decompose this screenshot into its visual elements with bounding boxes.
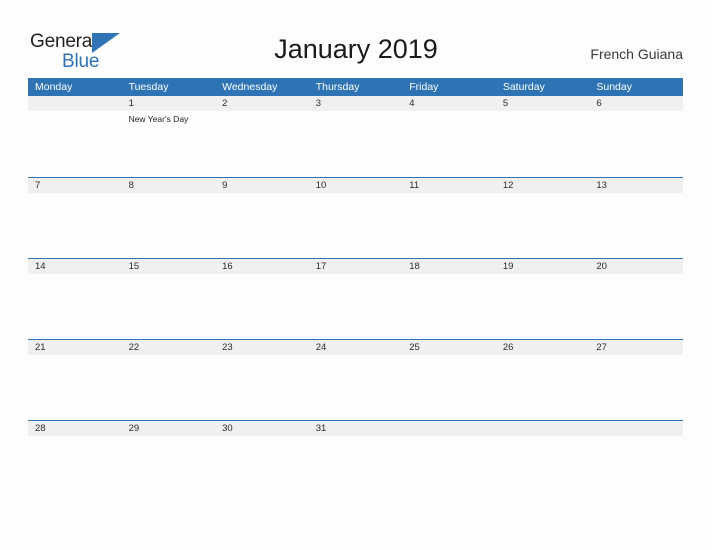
date-band: 7 8 9 10 11 12 13 <box>28 178 683 193</box>
day-event-cell <box>28 193 122 196</box>
calendar-grid: Monday Tuesday Wednesday Thursday Friday Satu… <box>28 78 683 501</box>
day-number-cell[interactable]: 28 <box>28 421 122 436</box>
day-event-cell <box>589 274 683 277</box>
day-event-cell <box>28 355 122 358</box>
calendar-week-row: 21 22 23 24 25 26 27 <box>28 339 683 420</box>
day-event-cell <box>496 111 590 125</box>
day-event-cell <box>215 111 309 125</box>
day-event-cell <box>215 436 309 439</box>
day-event-cell <box>122 355 216 358</box>
day-number-cell[interactable]: 12 <box>496 178 590 193</box>
day-number-cell[interactable]: 25 <box>402 340 496 355</box>
day-number-cell <box>496 421 590 436</box>
day-event-cell <box>402 355 496 358</box>
weekday-header-tuesday: Tuesday <box>128 81 169 93</box>
day-event-cell <box>215 355 309 358</box>
weekday-header-friday: Friday <box>409 81 439 93</box>
day-event-cell <box>589 436 683 439</box>
day-number-cell[interactable]: 3 <box>309 96 403 111</box>
day-event-cell <box>589 111 683 125</box>
day-number-cell[interactable]: 10 <box>309 178 403 193</box>
day-event-cell <box>309 274 403 277</box>
calendar-week-row: 14 15 16 17 18 19 20 <box>28 258 683 339</box>
day-number-cell[interactable]: 18 <box>402 259 496 274</box>
day-number-cell[interactable]: 17 <box>309 259 403 274</box>
calendar-week-row: 1 2 3 4 5 6 New Year's Day <box>28 96 683 177</box>
day-number-cell[interactable]: 13 <box>589 178 683 193</box>
day-number-cell <box>28 96 122 111</box>
day-event-cell <box>122 274 216 277</box>
day-event-cell <box>402 436 496 439</box>
event-band <box>28 355 683 358</box>
day-number-cell[interactable]: 8 <box>122 178 216 193</box>
day-event-cell <box>402 193 496 196</box>
day-event-cell <box>215 274 309 277</box>
day-number-cell <box>589 421 683 436</box>
day-event-cell <box>589 193 683 196</box>
day-number-cell[interactable]: 27 <box>589 340 683 355</box>
day-number-cell[interactable]: 7 <box>28 178 122 193</box>
day-number-cell[interactable]: 6 <box>589 96 683 111</box>
calendar-week-row: 28 29 30 31 <box>28 420 683 501</box>
day-number-cell[interactable]: 24 <box>309 340 403 355</box>
date-band: 21 22 23 24 25 26 27 <box>28 340 683 355</box>
day-event-cell <box>402 111 496 125</box>
page-header: General Blue January 2019 French Guiana <box>0 0 712 78</box>
day-number-cell[interactable]: 23 <box>215 340 309 355</box>
day-number-cell[interactable]: 21 <box>28 340 122 355</box>
day-event-cell <box>122 193 216 196</box>
day-number-cell[interactable]: 5 <box>496 96 590 111</box>
day-number-cell[interactable]: 31 <box>309 421 403 436</box>
day-event-cell <box>28 436 122 439</box>
day-number-cell[interactable]: 1 <box>122 96 216 111</box>
day-event-cell <box>309 436 403 439</box>
weekday-header-wednesday: Wednesday <box>222 81 278 93</box>
day-event-cell <box>496 193 590 196</box>
day-event-cell <box>28 111 122 125</box>
day-event-cell <box>589 355 683 358</box>
day-event-cell[interactable]: New Year's Day <box>122 111 216 125</box>
day-number-cell[interactable]: 19 <box>496 259 590 274</box>
day-number-cell[interactable]: 9 <box>215 178 309 193</box>
locale-label: French Guiana <box>590 46 683 62</box>
day-event-cell <box>309 355 403 358</box>
day-number-cell[interactable]: 20 <box>589 259 683 274</box>
day-number-cell <box>402 421 496 436</box>
date-band: 123456 <box>28 96 683 111</box>
day-number-cell[interactable]: 4 <box>402 96 496 111</box>
day-event-cell <box>28 274 122 277</box>
calendar-page: General Blue January 2019 French Guiana … <box>0 0 712 550</box>
day-number-cell[interactable]: 26 <box>496 340 590 355</box>
weekday-header-row: Monday Tuesday Wednesday Thursday Friday Satu… <box>28 78 683 96</box>
day-number-cell[interactable]: 16 <box>215 259 309 274</box>
event-band: New Year's Day <box>28 111 683 125</box>
event-band <box>28 193 683 196</box>
weekday-header-monday: Monday <box>35 81 73 93</box>
day-event-cell <box>496 436 590 439</box>
day-number-cell[interactable]: 30 <box>215 421 309 436</box>
day-number-cell[interactable]: 14 <box>28 259 122 274</box>
calendar-weeks: 1 2 3 4 5 6 New Year's Day 7 8 9 10 11 12 13 14 15 16 17 1… <box>28 96 683 501</box>
day-event-cell <box>309 193 403 196</box>
calendar-week-row: 7 8 9 10 11 12 13 <box>28 177 683 258</box>
weekday-header-saturday: Saturday <box>502 81 545 93</box>
date-band: 28 29 30 31 <box>28 421 683 436</box>
day-number-cell[interactable]: 29 <box>122 421 216 436</box>
day-number-cell[interactable]: 11 <box>402 178 496 193</box>
weekday-header-sunday: Sunday <box>596 81 632 93</box>
day-event-cell <box>122 436 216 439</box>
event-band <box>28 436 683 439</box>
day-event-cell <box>496 274 590 277</box>
day-number-cell[interactable]: 15 <box>122 259 216 274</box>
weekday-header-thursday: Thursday <box>315 81 360 93</box>
day-number-cell[interactable]: 22 <box>122 340 216 355</box>
event-band <box>28 274 683 277</box>
day-event-cell <box>402 274 496 277</box>
date-band: 14 15 16 17 18 19 20 <box>28 259 683 274</box>
day-event-cell <box>496 355 590 358</box>
day-event-cell <box>309 111 403 125</box>
day-event-cell <box>215 193 309 196</box>
day-number-cell[interactable]: 2 <box>215 96 309 111</box>
